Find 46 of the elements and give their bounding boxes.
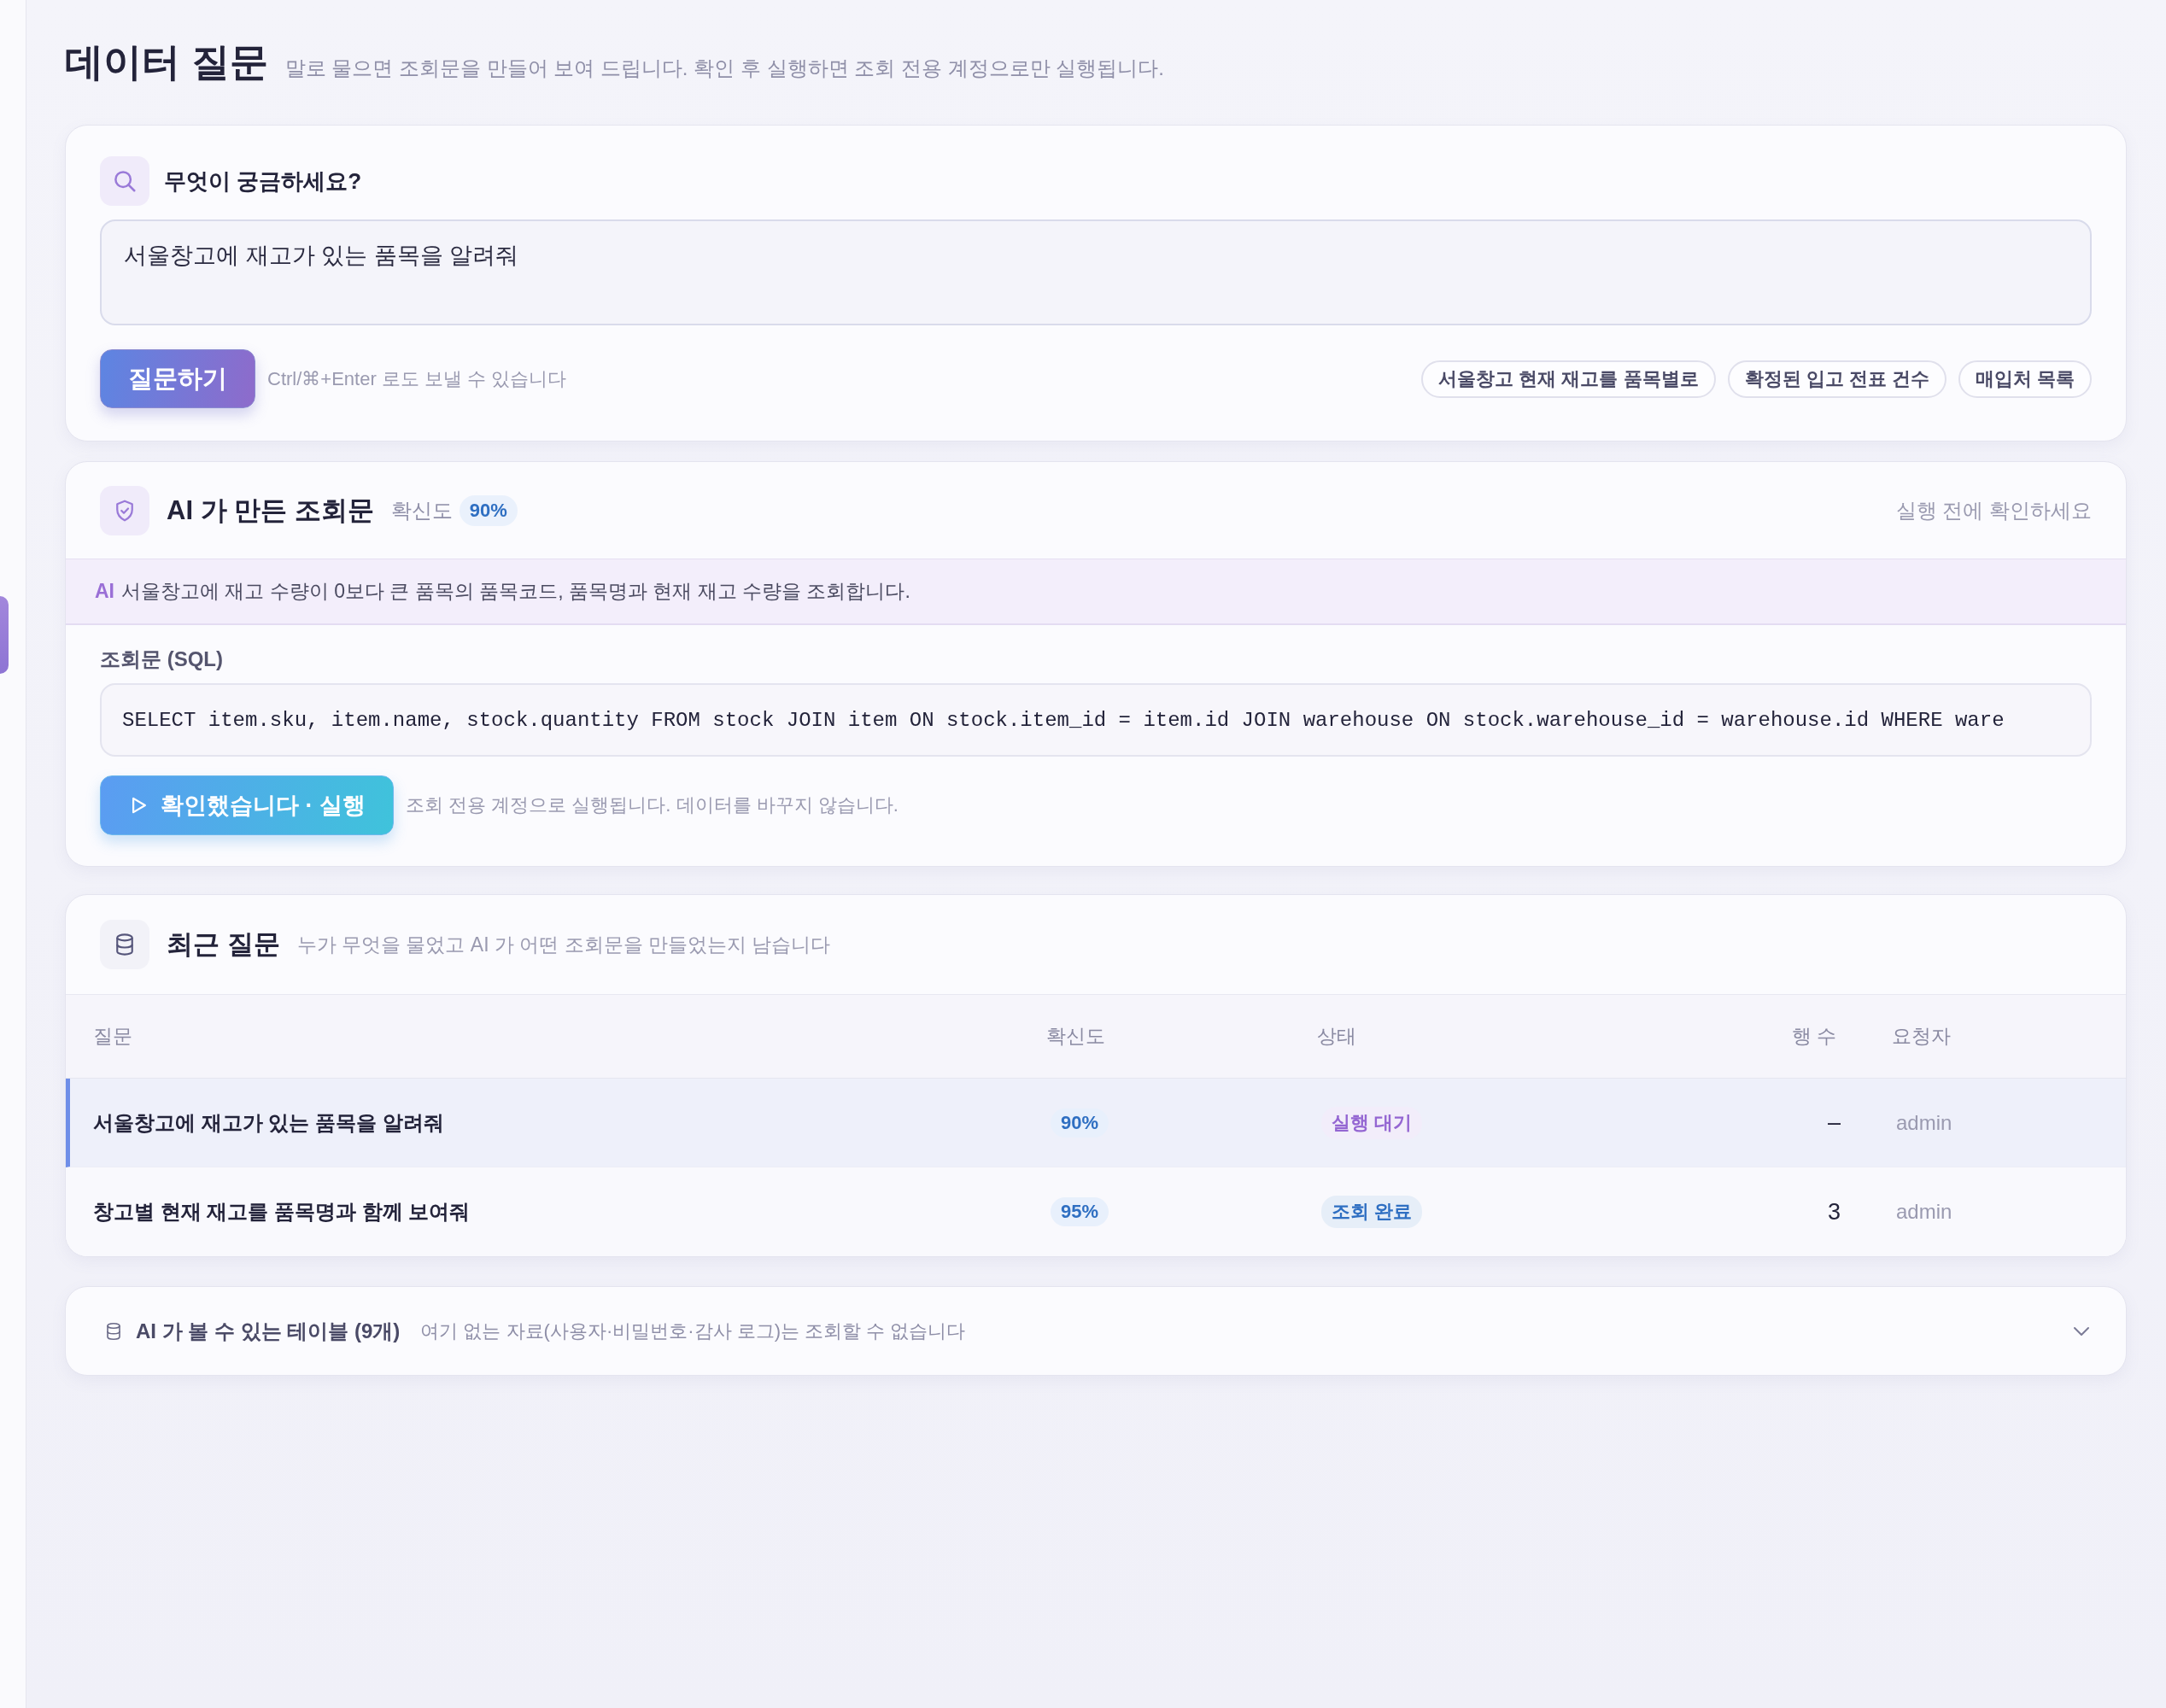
question-field[interactable]: 서울창고에 재고가 있는 품목을 알려줘 — [100, 219, 2092, 325]
row-count-cell: 3 — [1827, 1198, 1841, 1225]
database-icon — [100, 920, 149, 969]
status-badge: 조회 완료 — [1321, 1196, 1423, 1228]
status-badge: 실행 대기 — [1321, 1106, 1423, 1139]
ai-tag: AI — [95, 580, 114, 603]
confidence-badge: 95% — [1050, 1197, 1109, 1226]
recent-title: 최근 질문 — [167, 928, 280, 961]
check-notice: 실행 전에 확인하세요 — [1895, 498, 2092, 524]
recent-subtitle: 누가 무엇을 물었고 AI 가 어떤 조회문을 만들었는지 남습니다 — [296, 932, 831, 957]
confidence-badge: 90% — [1050, 1108, 1109, 1138]
explanation-text: 서울창고에 재고 수량이 0보다 큰 품목의 품목코드, 품목명과 현재 재고 수량을 조회합니다. — [121, 579, 910, 604]
question-cell: 창고별 현재 재고를 품목명과 함께 보여줘 — [93, 1200, 471, 1223]
row-count-cell: – — [1827, 1109, 1841, 1135]
shortcut-hint: Ctrl/⌘+Enter 로도 보낼 수 있습니다 — [267, 366, 567, 391]
chevron-icon[interactable] — [2073, 1325, 2090, 1337]
sql-label: 조회문 (SQL) — [100, 646, 224, 672]
sql-code-block: SELECT item.sku, item.name, stock.quantity FROM stock JOIN item ON stock.item_id = item.id JOIN warehouse ON stock.warehouse_id = warehouse.id WHERE ware — [100, 683, 2092, 757]
confidence-badge: 90% — [459, 495, 518, 526]
suggestion-chip[interactable]: 확정된 입고 전표 건수 — [1727, 360, 1946, 398]
suggestion-chip[interactable]: 매입처 목록 — [1958, 360, 2092, 398]
tables-panel-subtitle: 여기 없는 자료(사용자·비밀번호·감사 로그)는 조회할 수 없습니다 — [420, 1319, 966, 1343]
column-header: 행 수 — [1790, 1024, 1836, 1049]
column-header: 요청자 — [1891, 1024, 1952, 1049]
column-header: 확신도 — [1045, 1024, 1106, 1049]
run-hint: 조회 전용 계정으로 실행됩니다. 데이터를 바꾸지 않습니다. — [406, 793, 899, 817]
question-heading: 무엇이 궁금하세요? — [164, 167, 362, 196]
ask-button[interactable]: 질문하기 — [100, 349, 255, 408]
column-header: 상태 — [1316, 1024, 1357, 1049]
question-cell: 서울창고에 재고가 있는 품목을 알려줘 — [93, 1110, 444, 1134]
play-icon — [132, 797, 147, 814]
page-title: 데이터 질문 — [65, 39, 268, 85]
column-header: 질문 — [92, 1024, 133, 1049]
table-row[interactable]: 창고별 현재 재고를 품목명과 함께 보여줘 95% 조회 완료 3 admin — [66, 1167, 2126, 1256]
confidence-label: 확신도 — [390, 498, 453, 524]
generated-query-title: AI 가 만든 조회문 — [167, 494, 374, 527]
shield-check-icon — [100, 486, 149, 535]
tables-panel[interactable]: AI 가 볼 수 있는 테이블 (9개) 여기 없는 자료(사용자·비밀번호·감사 로그)는 조회할 수 없습니다 — [65, 1286, 2127, 1376]
sidebar-handle[interactable] — [0, 596, 9, 674]
requester-cell: admin — [1896, 1110, 1952, 1134]
requester-cell: admin — [1896, 1200, 1952, 1223]
tables-panel-title: AI 가 볼 수 있는 테이블 (9개) — [136, 1318, 401, 1344]
search-icon — [100, 156, 149, 206]
suggestion-chip[interactable]: 서울창고 현재 재고를 품목별로 — [1421, 360, 1716, 398]
table-row[interactable]: 서울창고에 재고가 있는 품목을 알려줘 90% 실행 대기 – admin — [66, 1079, 2126, 1167]
page-subtitle: 말로 물으면 조회문을 만들어 보여 드립니다. 확인 후 실행하면 조회 전용 계정으로만 실행됩니다. — [284, 56, 1164, 81]
